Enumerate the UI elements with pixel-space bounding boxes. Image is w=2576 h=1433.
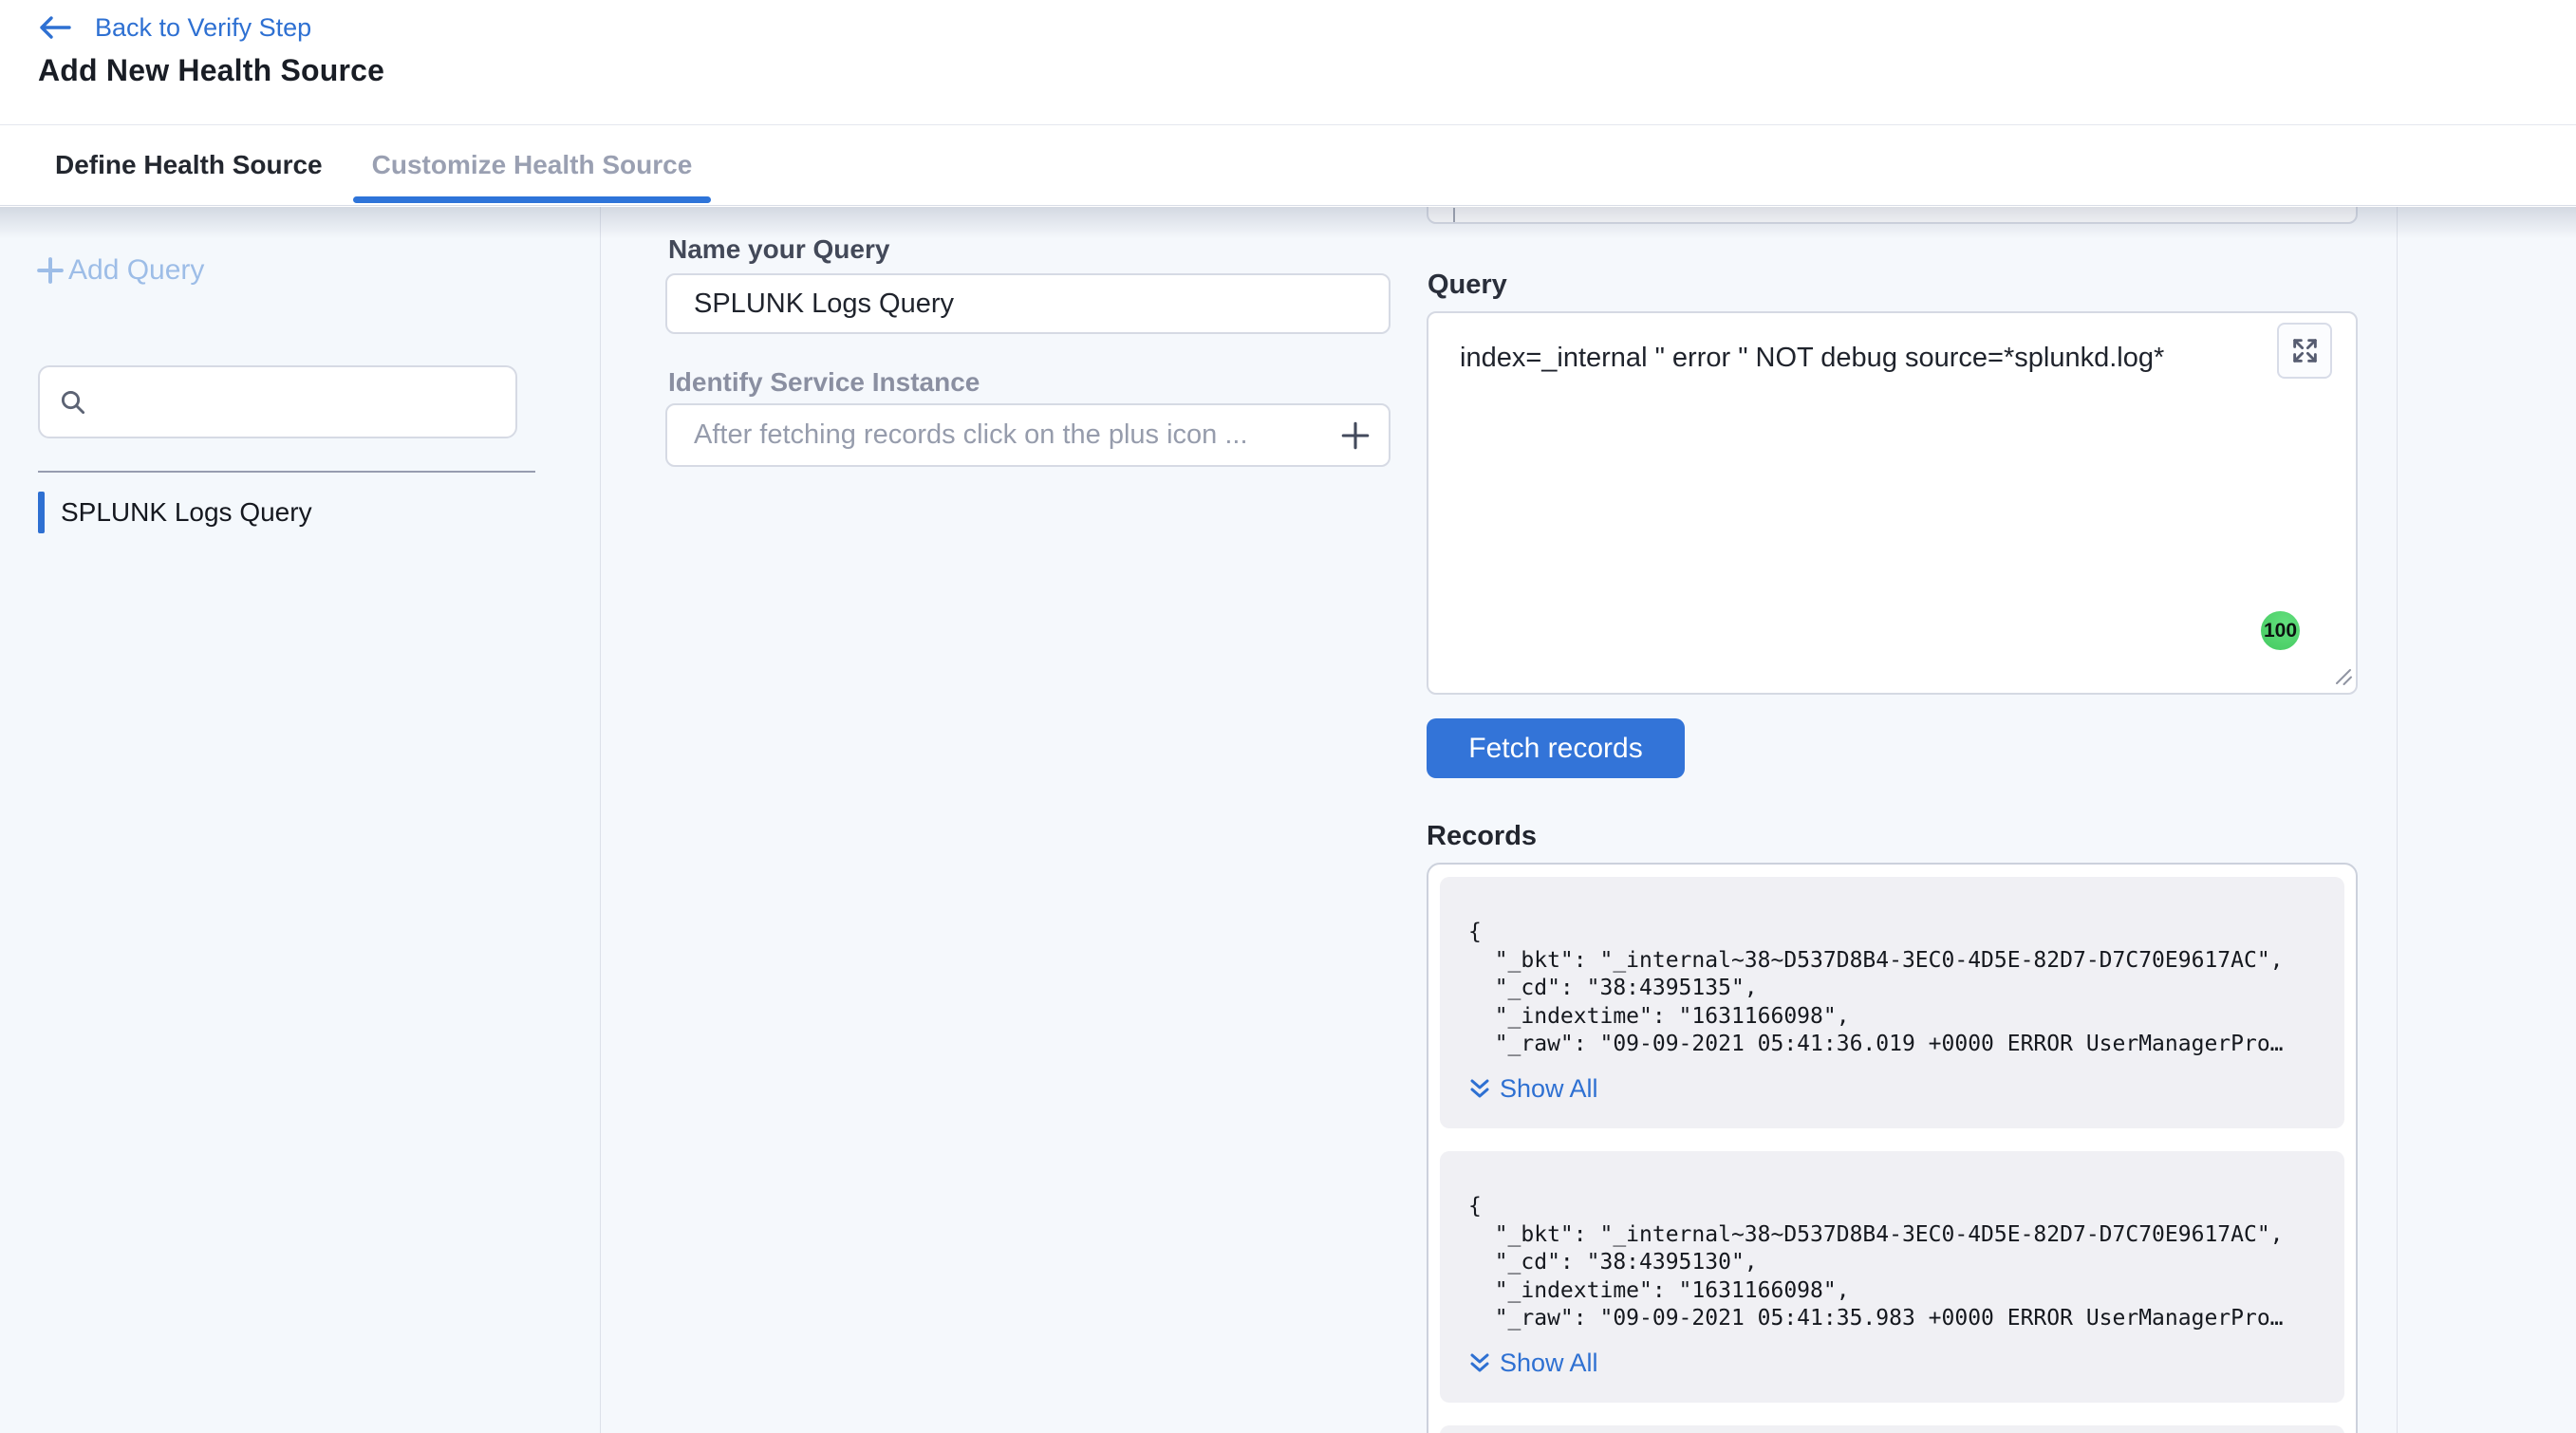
customize-health-source-panel: Add Query SPLUNK Logs Query Name your Qu… (0, 207, 2576, 1433)
tab-define-health-source[interactable]: Define Health Source (36, 125, 342, 205)
record-card-partial (1440, 1425, 2344, 1433)
query-name-field (665, 273, 1391, 334)
double-chevron-down-icon (1468, 1076, 1491, 1101)
service-instance-field (665, 403, 1391, 467)
record-json-text: { "_bkt": "_internal~38~D537D8B4-3EC0-4D… (1468, 919, 2320, 1059)
record-count-badge: 100 (2261, 611, 2300, 650)
records-list: { "_bkt": "_internal~38~D537D8B4-3EC0-4D… (1440, 877, 2344, 1403)
name-your-query-label: Name your Query (668, 234, 889, 265)
add-health-source-drawer: Back to Verify Step Add New Health Sourc… (0, 0, 2576, 1433)
fetch-records-button[interactable]: Fetch records (1427, 718, 1685, 778)
sidebar-divider (38, 471, 535, 473)
query-name-input[interactable] (667, 275, 1389, 332)
query-form-column: Name your Query Identify Service Instanc… (665, 207, 1391, 1433)
query-sidebar: Add Query SPLUNK Logs Query (0, 207, 601, 1433)
record-json-text: { "_bkt": "_internal~38~D537D8B4-3EC0-4D… (1468, 1193, 2320, 1333)
expand-query-button[interactable] (2277, 323, 2332, 379)
drawer-header: Back to Verify Step Add New Health Sourc… (0, 0, 2576, 124)
query-item-label: SPLUNK Logs Query (61, 497, 312, 528)
show-all-link[interactable]: Show All (1468, 1074, 2320, 1104)
expand-icon (2290, 336, 2320, 365)
service-instance-input[interactable] (667, 405, 1389, 465)
query-editor-column: Query index=_internal " error " NOT debu… (1427, 207, 2358, 1433)
show-all-link[interactable]: Show All (1468, 1349, 2320, 1378)
identify-service-instance-label: Identify Service Instance (668, 367, 980, 398)
plus-icon (36, 256, 65, 285)
back-link-label: Back to Verify Step (95, 13, 311, 43)
clipped-top-input[interactable] (1427, 207, 2358, 224)
query-textarea[interactable]: index=_internal " error " NOT debug sour… (1427, 311, 2358, 695)
record-card: { "_bkt": "_internal~38~D537D8B4-3EC0-4D… (1440, 877, 2344, 1128)
records-label: Records (1427, 821, 1537, 852)
records-container: { "_bkt": "_internal~38~D537D8B4-3EC0-4D… (1427, 863, 2358, 1433)
show-all-label: Show All (1500, 1074, 1598, 1104)
page-title: Add New Health Source (38, 53, 384, 88)
selected-indicator-bar (38, 492, 45, 533)
search-icon (59, 388, 87, 417)
back-arrow-icon (38, 15, 72, 40)
health-source-tabbar: Define Health Source Customize Health So… (0, 124, 2576, 206)
sidebar-item-splunk-logs-query[interactable]: SPLUNK Logs Query (38, 492, 312, 533)
query-editor: index=_internal " error " NOT debug sour… (1427, 311, 2358, 695)
query-label: Query (1428, 270, 1507, 301)
back-to-verify-step-link[interactable]: Back to Verify Step (38, 9, 311, 46)
double-chevron-down-icon (1468, 1350, 1491, 1375)
service-instance-plus-button[interactable] (1339, 419, 1372, 452)
right-panel-divider (2397, 207, 2398, 1433)
query-search-box (38, 365, 517, 438)
show-all-label: Show All (1500, 1349, 1598, 1378)
query-search-input[interactable] (101, 387, 499, 418)
add-query-button[interactable]: Add Query (36, 254, 204, 287)
record-card: { "_bkt": "_internal~38~D537D8B4-3EC0-4D… (1440, 1151, 2344, 1403)
tab-customize-health-source[interactable]: Customize Health Source (353, 125, 712, 205)
add-query-label: Add Query (68, 254, 204, 287)
text-caret (1453, 208, 1455, 222)
